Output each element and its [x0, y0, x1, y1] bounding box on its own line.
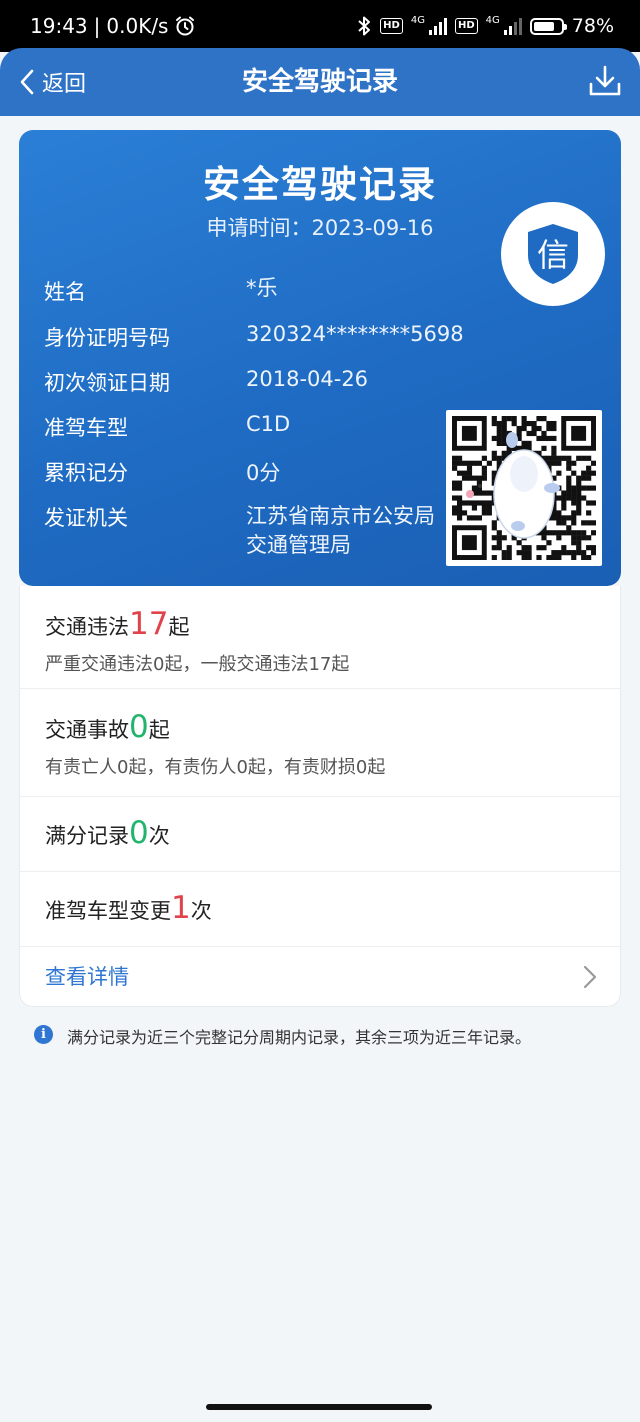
violation-count: 17 — [129, 606, 169, 642]
bluetooth-icon — [358, 16, 371, 36]
stat-label: 满分记录 — [45, 824, 129, 848]
chevron-right-icon — [583, 965, 597, 989]
stat-violations: 交通违法17起 严重交通违法0起，一般交通违法17起 — [20, 586, 620, 689]
network-type-1: 4G — [410, 15, 425, 26]
accident-count: 0 — [129, 709, 149, 745]
stat-full-score: 满分记录0次 — [20, 797, 620, 872]
stat-label: 交通事故 — [45, 718, 129, 742]
credit-badge: 信 — [501, 202, 605, 306]
battery-percent: 78% — [571, 15, 614, 37]
field-value: 320324********5698 — [246, 322, 464, 346]
status-left: 19:43 | 0.0K/s — [30, 14, 196, 38]
status-right: HD 4G HD 4G 78% — [356, 15, 614, 37]
field-label: 准驾车型 — [44, 416, 128, 440]
signal-icon-2 — [503, 17, 522, 35]
field-value: *乐 — [246, 276, 278, 300]
field-label: 累积记分 — [44, 461, 128, 485]
info-icon: i — [34, 1025, 53, 1044]
footnote-text: 满分记录为近三个完整记分周期内记录，其余三项为近三年记录。 — [67, 1028, 532, 1047]
qr-code-image — [452, 416, 597, 561]
stat-unit: 起 — [148, 718, 170, 742]
network-type-2: 4G — [485, 15, 500, 26]
hd-badge-1: HD — [380, 18, 403, 34]
stat-label: 交通违法 — [45, 615, 129, 639]
record-card: 安全驾驶记录 申请时间：2023-09-16 信 姓名 *乐 身份证明号码 32… — [19, 130, 621, 586]
nav-bar: 返回 安全驾驶记录 — [0, 48, 640, 116]
class-change-count: 1 — [171, 890, 191, 926]
stat-unit: 次 — [148, 824, 170, 848]
stat-main: 交通违法17起 — [45, 606, 620, 642]
field-label: 身份证明号码 — [44, 326, 170, 350]
field-label: 初次领证日期 — [44, 371, 170, 395]
status-speed: 0.0K/s — [106, 14, 169, 38]
stat-label: 准驾车型变更 — [45, 899, 171, 923]
stat-main: 满分记录0次 — [45, 815, 620, 851]
download-icon[interactable] — [586, 62, 624, 100]
alarm-icon — [176, 16, 195, 36]
field-value: 2018-04-26 — [246, 367, 369, 391]
field-value: 江苏省南京市公安局交通管理局 — [246, 504, 435, 557]
stat-detail: 严重交通违法0起，一般交通违法17起 — [45, 654, 350, 675]
view-details-link[interactable]: 查看详情 — [20, 947, 620, 1005]
status-bar: 19:43 | 0.0K/s HD 4G HD 4G 78% — [0, 0, 640, 52]
field-value: 0分 — [246, 461, 281, 485]
page-title: 安全驾驶记录 — [241, 67, 398, 97]
stat-main: 准驾车型变更1次 — [45, 890, 620, 926]
field-label: 姓名 — [44, 280, 86, 304]
field-label: 发证机关 — [44, 506, 128, 530]
shield-icon: 信 — [528, 224, 578, 284]
stat-detail: 有责亡人0起，有责伤人0起，有责财损0起 — [45, 757, 386, 778]
qr-code — [446, 410, 602, 566]
view-details-label: 查看详情 — [45, 965, 129, 989]
home-indicator[interactable] — [206, 1404, 432, 1410]
stats-panel: 交通违法17起 严重交通违法0起，一般交通违法17起 交通事故0起 有责亡人0起… — [19, 586, 621, 1007]
battery-icon — [529, 17, 567, 35]
stat-class-change: 准驾车型变更1次 — [20, 872, 620, 947]
stat-accidents: 交通事故0起 有责亡人0起，有责伤人0起，有责财损0起 — [20, 689, 620, 797]
hd-badge-2: HD — [454, 18, 478, 34]
status-time: 19:43 — [30, 14, 88, 38]
stat-main: 交通事故0起 — [45, 709, 620, 745]
stat-unit: 起 — [168, 615, 190, 639]
status-divider: | — [93, 14, 101, 38]
signal-icon-1 — [428, 17, 447, 35]
card-title: 安全驾驶记录 — [203, 163, 437, 206]
footnote: i 满分记录为近三个完整记分周期内记录，其余三项为近三年记录。 — [34, 1024, 614, 1048]
full-score-count: 0 — [129, 815, 149, 851]
badge-char: 信 — [537, 236, 569, 274]
stat-unit: 次 — [190, 899, 212, 923]
field-value: C1D — [246, 412, 291, 436]
